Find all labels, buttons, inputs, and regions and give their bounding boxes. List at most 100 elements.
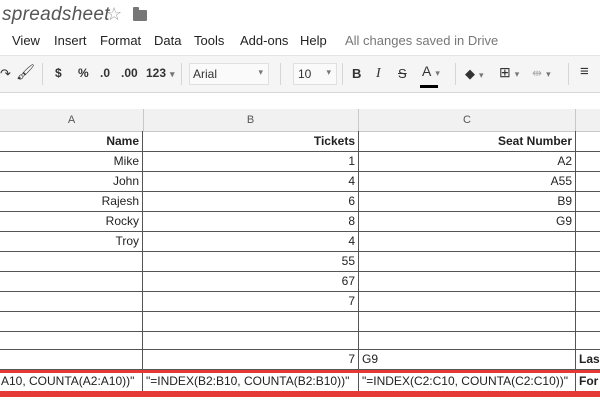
sheet-row: Rajesh 6 B9 [0,191,600,212]
cell-c7[interactable] [359,251,576,271]
cell-b5[interactable]: 8 [143,211,359,231]
menu-tools[interactable]: Tools [194,33,224,48]
toolbar-divider [455,63,456,85]
chevron-down-icon: ▾ [258,67,263,77]
folder-icon[interactable] [133,7,147,21]
menu-data[interactable]: Data [154,33,181,48]
menu-addons[interactable]: Add-ons [240,33,288,48]
menu-insert[interactable]: Insert [54,33,87,48]
font-family-value: Arial [193,67,218,81]
sheet-row: 7 [0,291,600,312]
cell-d12[interactable]: Las [576,349,600,369]
cell-d4[interactable] [576,191,600,211]
cell-a9[interactable] [0,291,143,311]
column-header-c[interactable]: C [359,109,576,131]
cell-a5[interactable]: Rocky [0,211,143,231]
toolbar-divider [181,63,182,85]
cell-d11[interactable] [576,331,600,351]
cell-b10[interactable] [143,311,359,331]
borders-icon[interactable]: ⊞ [499,64,519,81]
highlight-underline [0,391,600,397]
cell-c6[interactable] [359,231,576,251]
cell-c8[interactable] [359,271,576,291]
menu-help[interactable]: Help [300,33,327,48]
cell-a1[interactable]: Name [0,131,143,151]
cell-b8[interactable]: 67 [143,271,359,291]
cell-a8[interactable] [0,271,143,291]
align-left-icon[interactable]: ≡ [580,63,589,80]
cell-a6[interactable]: Troy [0,231,143,251]
cell-c11[interactable] [359,331,576,351]
cell-c1[interactable]: Seat Number [359,131,576,151]
cell-d7[interactable] [576,251,600,271]
decrease-decimal-button[interactable]: .0 [100,66,110,80]
cell-d9[interactable] [576,291,600,311]
cell-a4[interactable]: Rajesh [0,191,143,211]
cell-b1[interactable]: Tickets [143,131,359,151]
paint-format-icon[interactable]: 🖌 [16,63,35,81]
document-title[interactable]: spreadsheet [2,4,110,26]
cell-d8[interactable] [576,271,600,291]
toolbar: ↷ 🖌 $ % .0 .00 123 Arial ▾ 10 ▾ B I S A … [0,55,600,93]
cell-a3[interactable]: John [0,171,143,191]
increase-decimal-button[interactable]: .00 [121,66,138,80]
cell-c12[interactable]: G9 [359,349,576,369]
cell-b11[interactable] [143,331,359,351]
cell-a12[interactable] [0,349,143,369]
chevron-down-icon: ▾ [326,67,331,77]
sheet-row: Name Tickets Seat Number [0,131,600,152]
cell-d2[interactable] [576,151,600,171]
fill-color-icon[interactable]: ◆ [465,66,484,82]
cell-c3[interactable]: A55 [359,171,576,191]
sheet-row [0,311,600,332]
sheet-row: 7 G9 Las [0,349,600,370]
cell-d3[interactable] [576,171,600,191]
cell-c10[interactable] [359,311,576,331]
redo-icon[interactable]: ↷ [0,66,11,82]
cell-c2[interactable]: A2 [359,151,576,171]
cell-d10[interactable] [576,311,600,331]
sheet-row: Rocky 8 G9 [0,211,600,232]
bold-button[interactable]: B [352,66,361,81]
sheet-row: Troy 4 [0,231,600,252]
text-color-swatch [420,85,438,88]
column-header-a[interactable]: A [0,109,144,131]
menu-view[interactable]: View [12,33,40,48]
menu-bar: View Insert Format Data Tools Add-ons He… [0,31,600,51]
toolbar-divider [568,63,569,85]
cell-a10[interactable] [0,311,143,331]
cell-c9[interactable] [359,291,576,311]
cell-a2[interactable]: Mike [0,151,143,171]
cell-b2[interactable]: 1 [143,151,359,171]
sheet-row: John 4 A55 [0,171,600,192]
cell-c4[interactable]: B9 [359,191,576,211]
text-color-button[interactable]: A [422,63,440,79]
column-header-row: A B C [0,109,600,132]
percent-button[interactable]: % [78,66,89,80]
font-family-select[interactable]: Arial ▾ [189,63,269,85]
sheet-row: 55 [0,251,600,272]
cell-b6[interactable]: 4 [143,231,359,251]
cell-b7[interactable]: 55 [143,251,359,271]
toolbar-divider [42,63,43,85]
cell-d6[interactable] [576,231,600,251]
merge-cells-icon[interactable]: ⇹ [532,66,551,80]
sheet-row: 67 [0,271,600,292]
cell-a11[interactable] [0,331,143,351]
font-size-select[interactable]: 10 ▾ [293,63,337,85]
column-header-b[interactable]: B [143,109,359,131]
cell-d5[interactable] [576,211,600,231]
cell-b9[interactable]: 7 [143,291,359,311]
italic-button[interactable]: I [376,66,381,82]
cell-b4[interactable]: 6 [143,191,359,211]
number-format-dropdown[interactable]: 123 [146,66,175,80]
strikethrough-button[interactable]: S [398,66,407,81]
star-icon[interactable]: ☆ [106,4,122,25]
cell-c5[interactable]: G9 [359,211,576,231]
cell-b12[interactable]: 7 [143,349,359,369]
menu-format[interactable]: Format [100,33,141,48]
currency-button[interactable]: $ [55,66,62,80]
cell-d1[interactable] [576,131,600,151]
cell-a7[interactable] [0,251,143,271]
cell-b3[interactable]: 4 [143,171,359,191]
